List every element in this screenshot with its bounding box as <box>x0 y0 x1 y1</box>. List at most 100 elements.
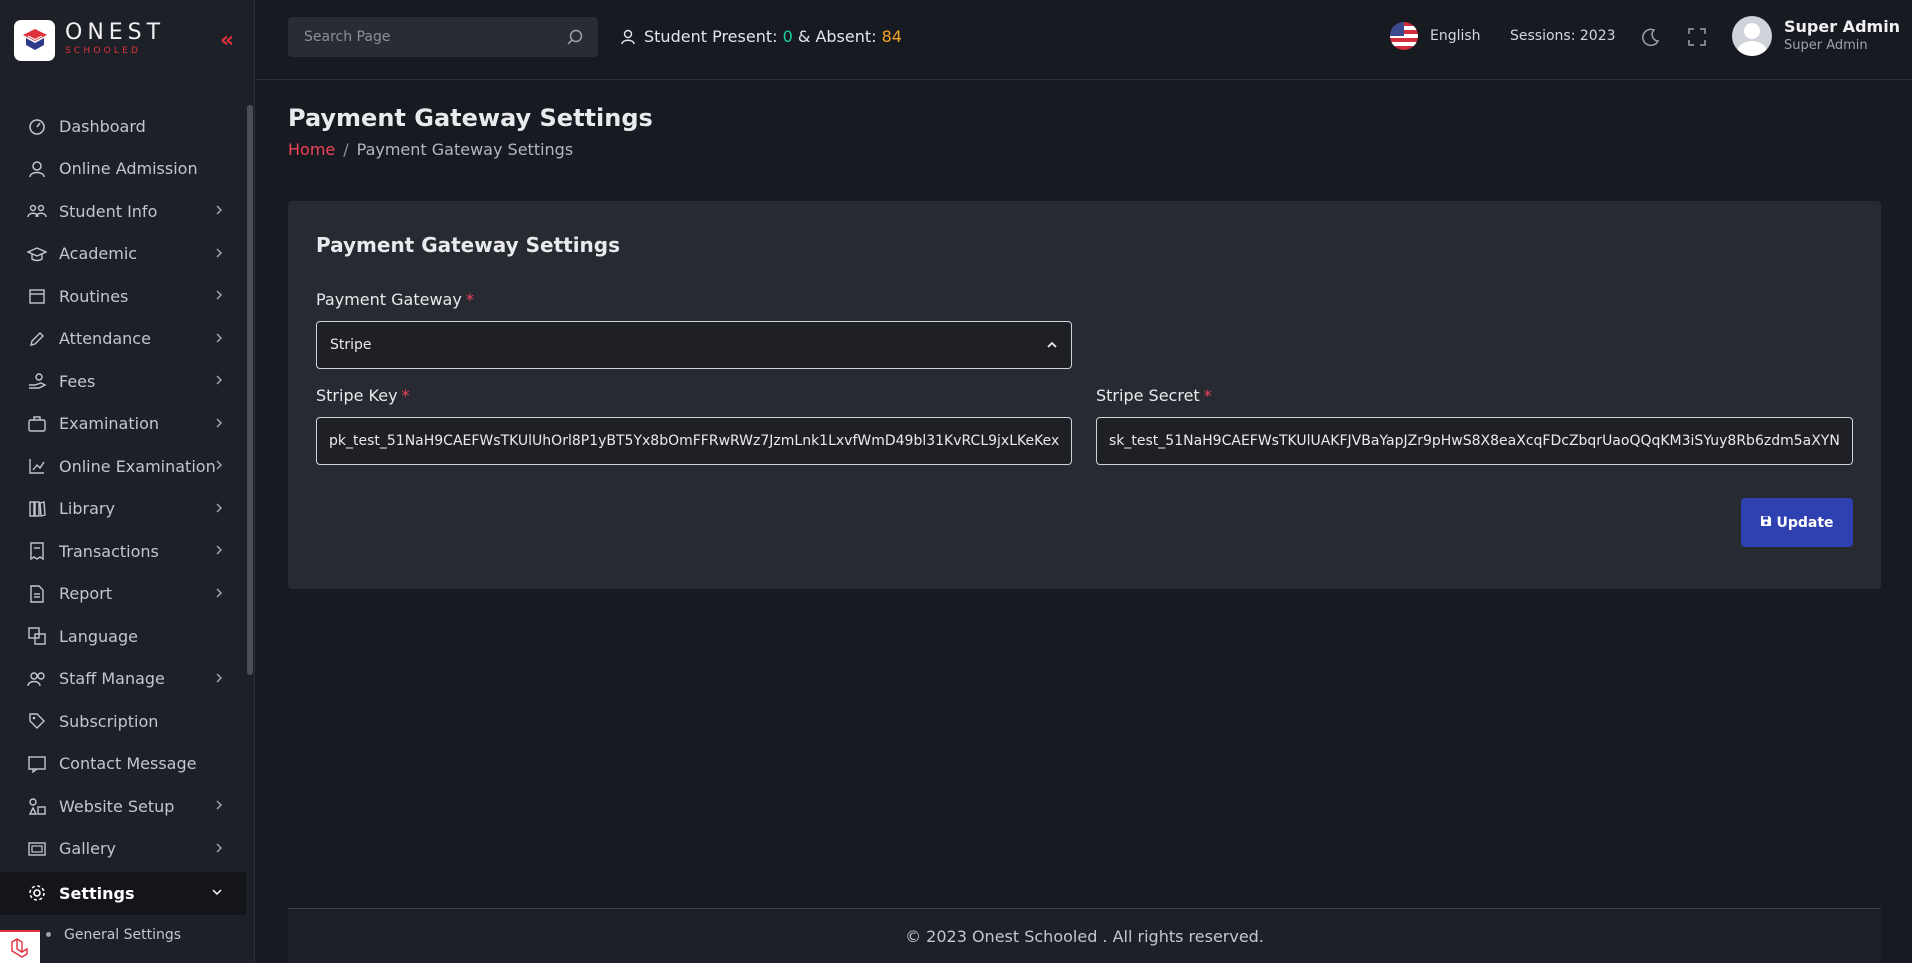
sidebar-item-label: Contact Message <box>59 754 197 774</box>
search-box[interactable] <box>288 17 598 57</box>
chevron-right-icon <box>214 458 224 476</box>
breadcrumb-current: Payment Gateway Settings <box>356 140 574 159</box>
chevron-right-icon <box>214 203 224 221</box>
sidebar-item-examination[interactable]: Examination <box>0 403 246 446</box>
breadcrumb-home[interactable]: Home <box>288 140 335 159</box>
required-mark: * <box>401 386 410 405</box>
sidebar-scrollbar[interactable] <box>247 105 253 675</box>
search-input[interactable] <box>304 29 554 45</box>
search-icon[interactable] <box>566 28 584 50</box>
sidebar-item-online-admission[interactable]: Online Admission <box>0 148 246 191</box>
sessions-selector[interactable]: Sessions: 2023 <box>1510 28 1616 44</box>
sidebar-item-label: Gallery <box>59 839 116 859</box>
sidebar-item-website-setup[interactable]: Website Setup <box>0 785 246 828</box>
settings-card: Payment Gateway Settings Payment Gateway… <box>288 201 1881 589</box>
sidebar-item-staff-manage[interactable]: Staff Manage <box>0 658 246 701</box>
chart-icon <box>27 456 47 476</box>
language-selector[interactable]: English <box>1390 22 1481 50</box>
person-icon <box>620 29 636 45</box>
stripe-secret-value: sk_test_51NaH9CAEFWsTKUlUAKFJVBaYapJZr9p… <box>1109 433 1840 449</box>
update-label: Update <box>1776 514 1834 531</box>
sidebar-item-academic[interactable]: Academic <box>0 233 246 276</box>
present-count: 0 <box>782 27 793 46</box>
us-flag-icon <box>1390 22 1418 50</box>
required-mark: * <box>1203 386 1212 405</box>
chevron-down-icon <box>210 885 224 901</box>
user-icon <box>27 159 47 179</box>
brand-tagline: SCHOOLED <box>65 46 142 56</box>
sidebar-item-label: Settings <box>59 883 135 903</box>
shapes-icon <box>27 796 47 816</box>
sidebar-item-settings[interactable]: Settings <box>0 872 246 915</box>
chevron-right-icon <box>214 798 224 816</box>
stripe-secret-label: Stripe Secret * <box>1096 386 1212 405</box>
laravel-icon <box>0 930 40 963</box>
sidebar-item-label: Routines <box>59 286 129 306</box>
sidebar-item-label: Library <box>59 499 115 519</box>
sidebar-item-label: Student Info <box>59 201 158 221</box>
dashboard-icon <box>27 116 47 136</box>
sidebar-item-online-examination[interactable]: Online Examination <box>0 445 246 488</box>
gateway-select[interactable]: Stripe <box>316 321 1072 369</box>
hand-money-icon <box>27 371 47 391</box>
sidebar-item-label: Online Examination <box>59 456 216 476</box>
users-icon <box>27 669 47 689</box>
stripe-secret-field[interactable]: sk_test_51NaH9CAEFWsTKUlUAKFJVBaYapJZr9p… <box>1096 417 1853 465</box>
attendance-summary: Student Present: 0 & Absent: 84 <box>620 27 902 46</box>
sidebar-item-student-info[interactable]: Student Info <box>0 190 246 233</box>
chevron-right-icon <box>214 288 224 306</box>
sidebar-item-label: Report <box>59 584 113 604</box>
fullscreen-icon[interactable] <box>1686 26 1708 52</box>
gallery-icon <box>27 839 47 859</box>
breadcrumb-separator: / <box>343 140 349 159</box>
sidebar-item-report[interactable]: Report <box>0 573 246 616</box>
books-icon <box>27 499 47 519</box>
sidebar-item-label: Dashboard <box>59 116 146 136</box>
chevron-right-icon <box>214 331 224 349</box>
sidebar-item-gallery[interactable]: Gallery <box>0 828 246 871</box>
sidebar-item-label: Attendance <box>59 329 151 349</box>
chevron-right-icon <box>214 543 224 561</box>
chevron-up-icon <box>1045 338 1059 356</box>
language-label: English <box>1430 28 1481 44</box>
required-mark: * <box>465 290 474 309</box>
sidebar-item-library[interactable]: Library <box>0 488 246 531</box>
chevron-right-icon <box>214 841 224 859</box>
sidebar-item-label: Language <box>59 626 138 646</box>
present-label: Student Present: <box>644 27 778 46</box>
collapse-sidebar-icon[interactable]: « <box>220 30 234 52</box>
document-icon <box>27 584 47 604</box>
sidebar-item-label: Fees <box>59 371 96 391</box>
stripe-key-label: Stripe Key * <box>316 386 410 405</box>
sidebar-item-contact-message[interactable]: Contact Message <box>0 743 246 786</box>
chevron-right-icon <box>214 246 224 264</box>
sidebar-item-attendance[interactable]: Attendance <box>0 318 246 361</box>
gateway-selected-value: Stripe <box>330 337 372 353</box>
graduation-cap-icon <box>27 244 47 264</box>
update-button[interactable]: Update <box>1741 498 1853 547</box>
sidebar-item-label: Examination <box>59 414 160 434</box>
sidebar-item-transactions[interactable]: Transactions <box>0 530 246 573</box>
sidebar: ONEST SCHOOLED « Dashboard Online Admissi… <box>0 0 255 963</box>
sidebar-item-label: Subscription <box>59 711 159 731</box>
calendar-icon <box>27 286 47 306</box>
chevron-right-icon <box>214 671 224 689</box>
stripe-key-field[interactable]: pk_test_51NaH9CAEFWsTKUlUhOrl8P1yBT5Yx8b… <box>316 417 1072 465</box>
brand-name: ONEST <box>65 20 166 45</box>
sidebar-item-language[interactable]: Language <box>0 615 246 658</box>
footer: © 2023 Onest Schooled . All rights reser… <box>288 908 1881 963</box>
page-title: Payment Gateway Settings <box>288 104 653 132</box>
sidebar-item-dashboard[interactable]: Dashboard <box>0 105 246 148</box>
sidebar-item-fees[interactable]: Fees <box>0 360 246 403</box>
dark-mode-icon[interactable] <box>1640 26 1662 52</box>
logo-icon <box>14 19 55 61</box>
chevron-right-icon <box>214 501 224 519</box>
chevron-right-icon <box>214 586 224 604</box>
user-profile[interactable]: Super Admin Super Admin <box>1732 16 1900 56</box>
gateway-label: Payment Gateway * <box>316 290 474 309</box>
sidebar-item-subscription[interactable]: Subscription <box>0 700 246 743</box>
gear-icon <box>27 883 47 903</box>
briefcase-icon <box>27 414 47 434</box>
brand[interactable]: ONEST SCHOOLED <box>0 0 254 80</box>
sidebar-item-routines[interactable]: Routines <box>0 275 246 318</box>
